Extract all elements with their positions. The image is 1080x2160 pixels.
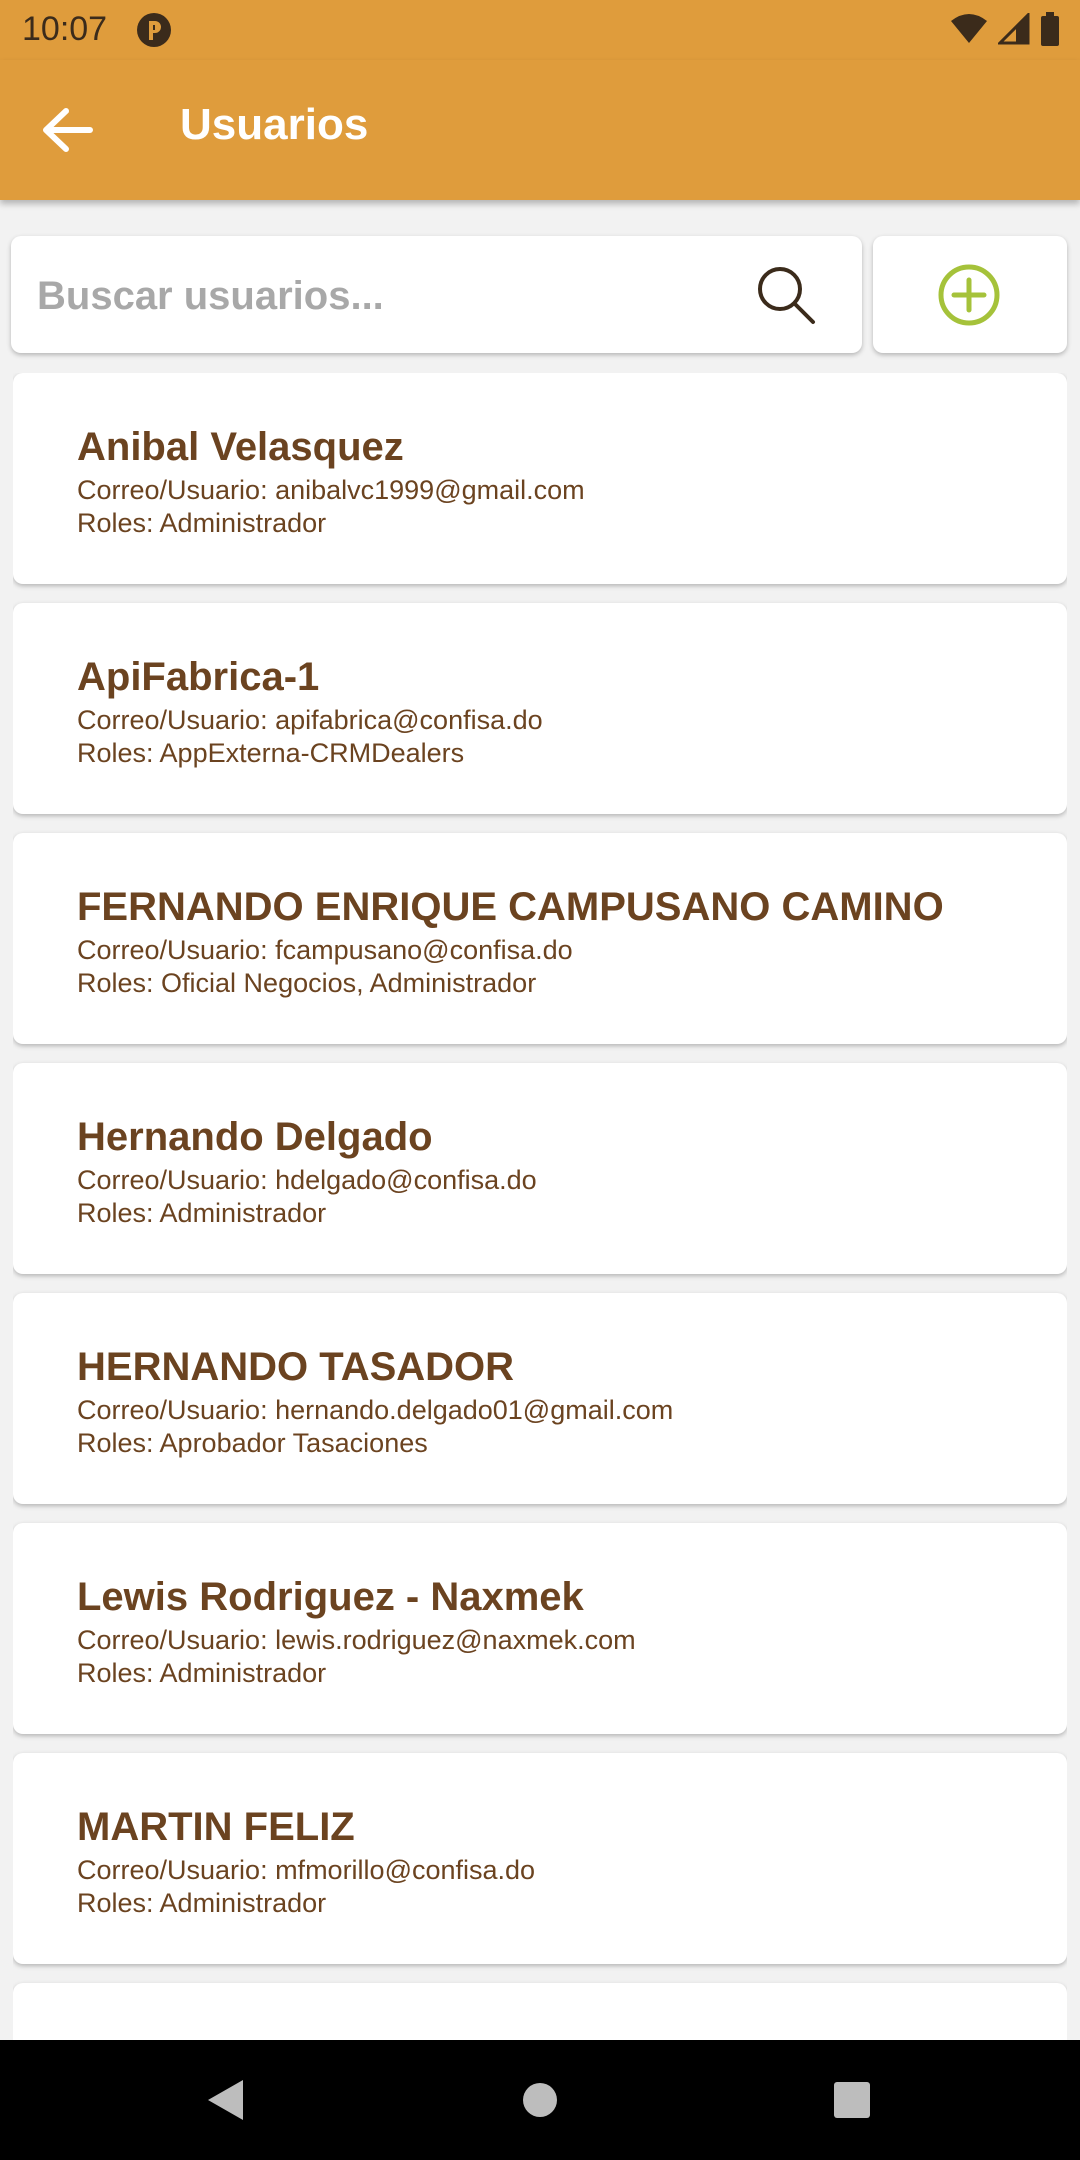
user-email: Correo/Usuario: anibalvc1999@gmail.com [77,475,585,505]
user-name: ApiFabrica-1 [77,655,320,699]
home-circle-icon[interactable] [522,2078,558,2122]
user-card[interactable]: FERNANDO ENRIQUE CAMPUSANO CAMINO Correo… [13,833,1067,1044]
user-roles: Roles: Administrador [77,1198,327,1228]
plus-circle-icon [938,264,1000,326]
user-card[interactable]: MARTIN FELIZ Correo/Usuario: mfmorillo@c… [13,1753,1067,1964]
search-bar [11,236,862,353]
user-roles: Roles: Oficial Negocios, Administrador [77,968,537,998]
user-card[interactable]: HERNANDO TASADOR Correo/Usuario: hernand… [13,1293,1067,1504]
user-card-partial[interactable] [13,1983,1067,2040]
arrow-left-icon[interactable] [40,105,96,155]
status-bar: 10:07 [0,0,1080,60]
wifi-icon [951,14,987,43]
user-name: Hernando Delgado [77,1115,433,1159]
recents-square-icon[interactable] [833,2078,871,2122]
user-name: MARTIN FELIZ [77,1805,355,1849]
app-notification-icon [137,13,171,47]
user-roles: Roles: Administrador [77,508,327,538]
user-name: HERNANDO TASADOR [77,1345,515,1389]
add-user-button[interactable] [873,236,1067,353]
user-name: FERNANDO ENRIQUE CAMPUSANO CAMINO [77,885,944,929]
user-list: Anibal Velasquez Correo/Usuario: anibalv… [13,373,1067,2040]
battery-icon [1041,12,1059,46]
back-triangle-icon[interactable] [205,2078,245,2122]
user-email: Correo/Usuario: hernando.delgado01@gmail… [77,1395,674,1425]
user-email: Correo/Usuario: apifabrica@confisa.do [77,705,543,735]
search-icon[interactable] [753,262,819,328]
status-time: 10:07 [22,10,108,48]
user-email: Correo/Usuario: fcampusano@confisa.do [77,935,573,965]
user-card[interactable]: Anibal Velasquez Correo/Usuario: anibalv… [13,373,1067,584]
user-card[interactable]: Lewis Rodriguez - Naxmek Correo/Usuario:… [13,1523,1067,1734]
user-name: Lewis Rodriguez - Naxmek [77,1575,584,1619]
user-roles: Roles: Aprobador Tasaciones [77,1428,428,1458]
user-roles: Roles: Administrador [77,1658,327,1688]
app-bar: Usuarios [0,60,1080,200]
search-input[interactable] [35,260,719,332]
user-email: Correo/Usuario: mfmorillo@confisa.do [77,1855,536,1885]
user-card[interactable]: ApiFabrica-1 Correo/Usuario: apifabrica@… [13,603,1067,814]
user-roles: Roles: AppExterna-CRMDealers [77,738,465,768]
user-card[interactable]: Hernando Delgado Correo/Usuario: hdelgad… [13,1063,1067,1274]
system-icons [950,12,1060,46]
signal-icon [998,13,1030,45]
user-email: Correo/Usuario: hdelgado@confisa.do [77,1165,537,1195]
page-title: Usuarios [180,100,369,149]
navigation-bar [0,2040,1080,2160]
user-name: Anibal Velasquez [77,425,404,469]
user-email: Correo/Usuario: lewis.rodriguez@naxmek.c… [77,1625,636,1655]
user-roles: Roles: Administrador [77,1888,327,1918]
